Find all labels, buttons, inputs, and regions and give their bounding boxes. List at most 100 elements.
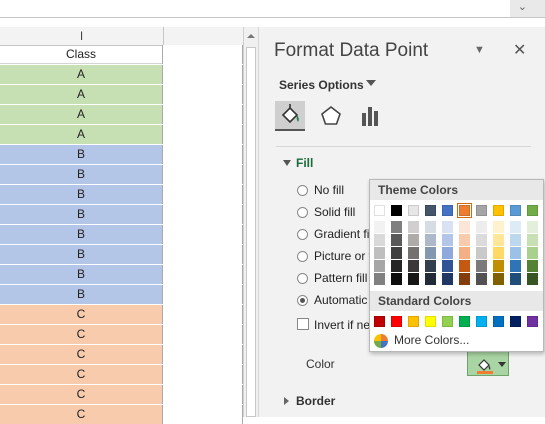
theme-color-swatch[interactable] [527,205,538,216]
theme-shade-swatch[interactable] [442,260,453,272]
theme-shade-swatch[interactable] [527,260,538,272]
theme-color-swatch[interactable] [476,205,487,216]
theme-shade-swatch[interactable] [476,247,487,259]
theme-shade-swatch[interactable] [459,273,470,285]
theme-shade-swatch[interactable] [493,247,504,259]
theme-shade-swatch[interactable] [493,260,504,272]
empty-cell[interactable] [163,45,243,64]
theme-shade-swatch[interactable] [527,234,538,246]
theme-color-swatch[interactable] [391,205,402,216]
class-cell[interactable]: C [0,305,163,324]
theme-shade-swatch[interactable] [425,247,436,259]
empty-cell[interactable] [163,285,243,304]
series-options-dropdown[interactable]: Series Options [279,78,364,92]
fill-section-header[interactable]: Fill [296,156,313,170]
theme-shade-swatch[interactable] [459,234,470,246]
border-section-header[interactable]: Border [296,394,335,408]
empty-cell[interactable] [163,125,243,144]
theme-shade-swatch[interactable] [459,247,470,259]
class-cell[interactable]: C [0,405,163,424]
standard-color-swatch[interactable] [425,316,436,327]
standard-color-swatch[interactable] [527,316,538,327]
theme-shade-swatch[interactable] [408,234,419,246]
theme-color-swatch[interactable] [374,205,385,216]
theme-shade-swatch[interactable] [510,247,521,259]
theme-shade-swatch[interactable] [374,260,385,272]
series-options-tab[interactable] [356,101,386,131]
theme-shade-swatch[interactable] [391,273,402,285]
scroll-up-icon[interactable] [246,31,256,41]
invert-if-negative-checkbox[interactable] [297,318,309,330]
fill-option-radio[interactable] [297,229,308,240]
theme-shade-swatch[interactable] [476,260,487,272]
class-cell[interactable]: B [0,205,163,224]
empty-cell[interactable] [163,65,243,84]
theme-shade-swatch[interactable] [408,247,419,259]
class-cell[interactable]: C [0,325,163,344]
empty-cell[interactable] [163,345,243,364]
expand-icon[interactable] [284,397,289,405]
class-cell[interactable]: A [0,85,163,104]
empty-cell[interactable] [163,305,243,324]
theme-shade-swatch[interactable] [493,221,504,233]
theme-shade-swatch[interactable] [408,273,419,285]
fill-option-label[interactable]: Gradient fi [314,227,369,241]
close-icon[interactable]: ✕ [513,40,526,60]
theme-shade-swatch[interactable] [374,273,385,285]
empty-cell[interactable] [163,85,243,104]
theme-shade-swatch[interactable] [459,260,470,272]
empty-cell[interactable] [163,205,243,224]
empty-cell[interactable] [163,145,243,164]
theme-shade-swatch[interactable] [391,221,402,233]
empty-cell[interactable] [163,185,243,204]
fill-option-label[interactable]: Pattern fill [314,271,367,285]
theme-shade-swatch[interactable] [408,260,419,272]
theme-shade-swatch[interactable] [442,247,453,259]
chevron-down-icon[interactable] [366,80,376,86]
theme-color-swatch[interactable] [493,205,504,216]
theme-shade-swatch[interactable] [510,260,521,272]
formula-bar-expand[interactable] [510,0,545,18]
empty-cell[interactable] [163,405,243,424]
class-cell[interactable]: B [0,225,163,244]
standard-color-swatch[interactable] [408,316,419,327]
theme-shade-swatch[interactable] [374,234,385,246]
class-cell[interactable]: B [0,145,163,164]
class-cell[interactable]: B [0,185,163,204]
class-cell[interactable]: B [0,245,163,264]
standard-color-swatch[interactable] [442,316,453,327]
theme-shade-swatch[interactable] [459,221,470,233]
more-colors-button[interactable]: More Colors... [373,333,540,349]
class-cell[interactable]: B [0,265,163,284]
fill-option-label[interactable]: No fill [314,183,344,197]
standard-color-swatch[interactable] [459,316,470,327]
theme-shade-swatch[interactable] [493,273,504,285]
class-cell[interactable]: C [0,385,163,404]
column-header[interactable]: I [0,27,243,46]
standard-color-swatch[interactable] [391,316,402,327]
theme-shade-swatch[interactable] [442,234,453,246]
theme-shade-swatch[interactable] [374,247,385,259]
fill-option-radio[interactable] [297,207,308,218]
class-cell[interactable]: A [0,65,163,84]
collapse-icon[interactable] [283,160,291,166]
empty-cell[interactable] [163,165,243,184]
theme-shade-swatch[interactable] [510,234,521,246]
fill-option-radio[interactable] [297,251,308,262]
fill-option-label[interactable]: Automatic [314,293,367,307]
theme-shade-swatch[interactable] [510,273,521,285]
class-cell[interactable]: C [0,365,163,384]
header-cell[interactable]: Class [0,45,163,64]
theme-shade-swatch[interactable] [476,234,487,246]
empty-cell[interactable] [163,325,243,344]
theme-shade-swatch[interactable] [425,221,436,233]
theme-shade-swatch[interactable] [527,247,538,259]
effects-tab[interactable] [316,101,346,131]
fill-option-label[interactable]: Picture or t [314,249,372,263]
theme-shade-swatch[interactable] [408,221,419,233]
theme-shade-swatch[interactable] [442,273,453,285]
fill-option-radio[interactable] [297,273,308,284]
scrollbar-thumb[interactable] [246,47,256,417]
fill-line-tab[interactable] [275,101,305,131]
vertical-scrollbar[interactable] [243,27,258,417]
